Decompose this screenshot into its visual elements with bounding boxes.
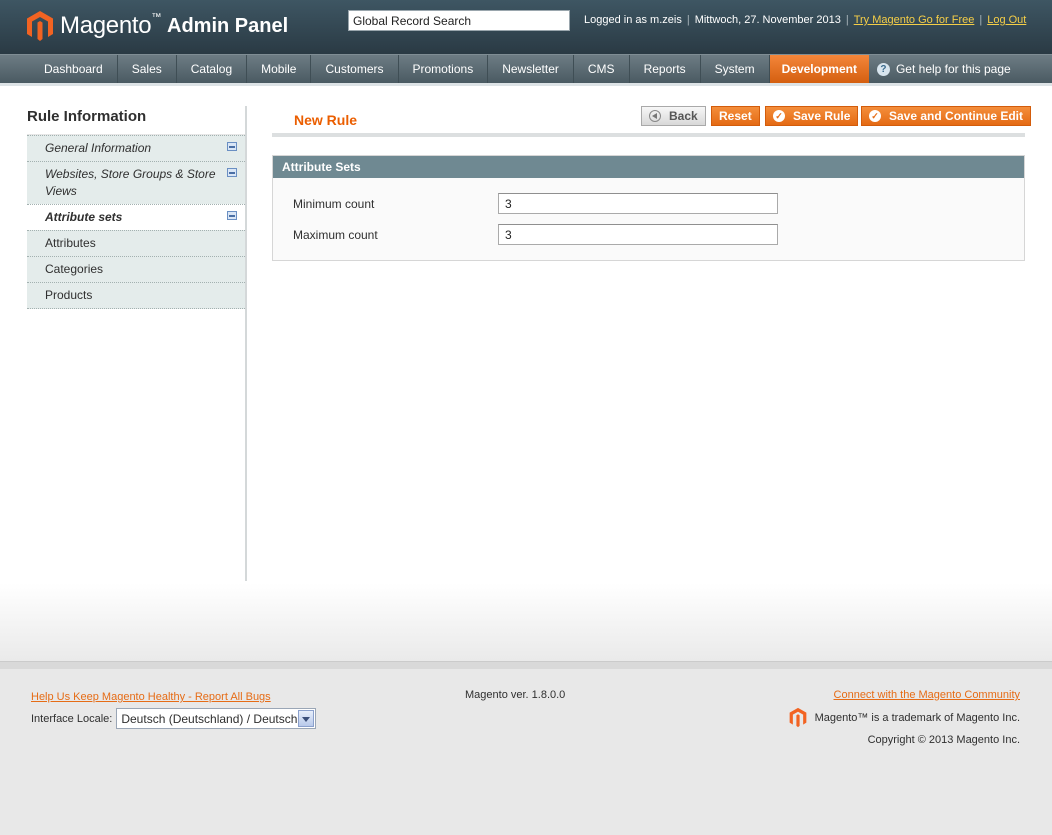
nav-item-cms[interactable]: CMS (574, 55, 630, 83)
back-arrow-icon (649, 110, 661, 122)
reset-button[interactable]: Reset (711, 106, 760, 126)
copyright-text: Copyright © 2013 Magento Inc. (867, 734, 1020, 746)
maximum-count-row: Maximum count (293, 224, 778, 245)
nav-item-catalog[interactable]: Catalog (177, 55, 248, 83)
tab-label: General Information (45, 141, 152, 155)
footer-divider (0, 661, 1052, 669)
logged-in-text: Logged in as m.zeis (584, 14, 682, 26)
maximum-count-input[interactable] (498, 224, 778, 245)
save-and-continue-button[interactable]: ✓ Save and Continue Edit (861, 106, 1032, 126)
nav-divider (0, 83, 1052, 86)
tab-label: Categories (45, 262, 104, 276)
locale-select[interactable]: Deutsch (Deutschland) / Deutsch (116, 708, 317, 729)
check-icon: ✓ (869, 110, 881, 122)
admin-header: Magento™ Admin Panel Logged in as m.zeis… (0, 0, 1052, 54)
tab-label: Attributes (45, 236, 96, 250)
check-icon: ✓ (773, 110, 785, 122)
nav-item-sales[interactable]: Sales (118, 55, 177, 83)
footer-fade (0, 583, 1052, 661)
help-link-label: Get help for this page (895, 62, 1011, 76)
fieldset-title: Attribute Sets (273, 156, 1024, 178)
trademark-text: Magento™ is a trademark of Magento Inc. (814, 711, 1020, 724)
footer: Help Us Keep Magento Healthy - Report Al… (0, 669, 1052, 835)
logout-link[interactable]: Log Out (987, 14, 1026, 26)
reset-button-label: Reset (719, 109, 752, 123)
page-title: New Rule (294, 112, 358, 128)
nav-item-system[interactable]: System (701, 55, 770, 83)
minimum-count-row: Minimum count (293, 193, 778, 214)
save-rule-button-label: Save Rule (793, 109, 851, 123)
save-rule-button[interactable]: ✓ Save Rule (765, 106, 859, 126)
back-button[interactable]: Back (641, 106, 706, 126)
locale-label: Interface Locale: (31, 712, 113, 725)
changed-icon (227, 211, 237, 220)
maximum-count-label: Maximum count (293, 227, 378, 242)
help-icon: ? (876, 62, 890, 76)
help-link[interactable]: ? Get help for this page (876, 55, 1011, 83)
nav-item-newsletter[interactable]: Newsletter (488, 55, 574, 83)
tab-products[interactable]: Products (27, 282, 245, 309)
magento-small-logo-icon (789, 707, 806, 728)
version-text: Magento ver. 1.8.0.0 (465, 689, 566, 701)
trademark-row: Magento™ is a trademark of Magento Inc. (789, 707, 1020, 728)
nav-item-promotions[interactable]: Promotions (399, 55, 489, 83)
header-links: Logged in as m.zeis | Mittwoch, 27. Novemb… (584, 14, 1027, 26)
brand-sub: Admin Panel (167, 14, 289, 37)
tab-label: Attribute sets (45, 210, 123, 224)
attribute-sets-fieldset: Attribute Sets Minimum count Maximum cou… (272, 155, 1025, 261)
tab-label: Websites, Store Groups & Store Views (45, 167, 216, 198)
date-text: Mittwoch, 27. November 2013 (694, 14, 841, 26)
magento-logo-icon (27, 11, 53, 41)
content-header: New Rule Back Reset ✓ Save Rule ✓ Save a… (272, 104, 1032, 137)
minimum-count-input[interactable] (498, 193, 778, 214)
changed-icon (227, 168, 237, 177)
tab-general-information[interactable]: General Information (27, 135, 245, 161)
sidebar-title: Rule Information (27, 106, 245, 135)
community-link[interactable]: Connect with the Magento Community (834, 689, 1020, 701)
tab-label: Products (45, 288, 93, 302)
rule-tabs-sidebar: Rule Information General Information Web… (27, 106, 247, 581)
report-bugs-link[interactable]: Help Us Keep Magento Healthy - Report Al… (31, 691, 271, 703)
locale-row: Interface Locale: Deutsch (Deutschland) … (31, 708, 317, 729)
tab-attributes[interactable]: Attributes (27, 230, 245, 256)
main-nav: Dashboard Sales Catalog Mobile Customers… (0, 54, 1052, 83)
nav-item-dashboard[interactable]: Dashboard (30, 55, 118, 83)
changed-icon (227, 142, 237, 151)
back-button-label: Back (669, 109, 698, 123)
chevron-down-icon (298, 710, 315, 727)
tab-attribute-sets[interactable]: Attribute sets (27, 204, 245, 230)
locale-selected-value: Deutsch (Deutschland) / Deutsch (121, 711, 298, 726)
nav-item-customers[interactable]: Customers (311, 55, 399, 83)
magento-logo[interactable]: Magento™ Admin Panel (26, 10, 288, 42)
nav-item-development[interactable]: Development (769, 55, 869, 83)
save-and-continue-button-label: Save and Continue Edit (889, 109, 1024, 123)
tab-websites-store-views[interactable]: Websites, Store Groups & Store Views (27, 161, 245, 204)
brand-name: Magento™ (60, 12, 162, 39)
global-search-input[interactable] (348, 10, 570, 31)
minimum-count-label: Minimum count (293, 196, 375, 211)
try-magento-go-link[interactable]: Try Magento Go for Free (854, 14, 975, 26)
tab-categories[interactable]: Categories (27, 256, 245, 282)
nav-item-reports[interactable]: Reports (630, 55, 701, 83)
nav-item-mobile[interactable]: Mobile (247, 55, 312, 83)
